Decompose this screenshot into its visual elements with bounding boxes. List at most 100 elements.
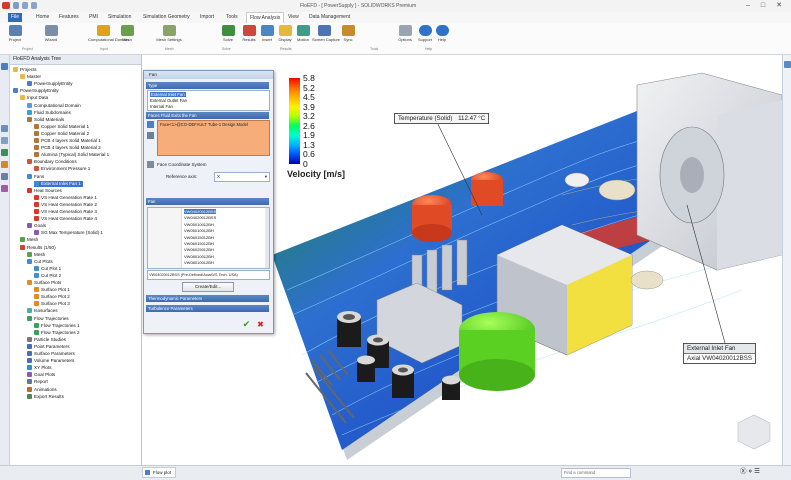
fan-model-item[interactable]: VW05010012BH xyxy=(184,222,214,227)
tab-features[interactable]: Features xyxy=(59,14,79,20)
view-controls[interactable]: Ⓧ ⋄ ☰ xyxy=(740,467,760,477)
tab-pmi[interactable]: PMI xyxy=(89,14,98,20)
tree-item[interactable]: Flow Trajectories 1 xyxy=(34,322,80,329)
tree-item[interactable]: Projects xyxy=(13,67,37,73)
tree-item[interactable]: Report xyxy=(27,379,48,385)
tree-item[interactable]: Animations xyxy=(27,386,57,393)
tree-item[interactable]: XY Plots xyxy=(27,365,52,371)
tree-item[interactable]: Copper Solid Material 1 xyxy=(34,123,89,130)
tree-item[interactable]: Cut Plot 1 xyxy=(34,265,61,272)
tree-item[interactable]: Surface Parameters xyxy=(27,351,75,357)
tree-item[interactable]: Cut Plot 2 xyxy=(34,272,61,279)
faces-list[interactable]: Face<1>@CO-DEFAULT Tube-1 Design Model xyxy=(157,120,270,156)
tree-item[interactable]: Environment Pressure 1 xyxy=(34,166,90,172)
computational-domain-button[interactable]: Computational Domain xyxy=(88,25,129,42)
fan-model-item[interactable]: VW08010012BH xyxy=(184,254,214,259)
tree-item[interactable]: Surface Plot 1 xyxy=(34,287,70,293)
app-logo-icon[interactable] xyxy=(2,2,10,9)
fan-model-item[interactable]: VW04020012BSS xyxy=(184,215,216,220)
save-icon[interactable] xyxy=(13,2,19,9)
tree-item[interactable]: Surface Plot 3 xyxy=(34,301,70,307)
tree-item[interactable]: Fluid Subdomains xyxy=(27,109,71,116)
fan-model-item[interactable]: VW06025012BH xyxy=(184,247,214,252)
tree-item[interactable]: SG Max Temperature (Solid) 1 xyxy=(34,230,103,236)
property-icon[interactable] xyxy=(1,125,8,132)
tree-item[interactable]: Flow Trajectories xyxy=(27,315,69,322)
tab-import[interactable]: Import xyxy=(200,14,214,20)
type-section-header[interactable]: Type xyxy=(146,82,269,89)
tree-item[interactable]: Particle Studies xyxy=(27,336,66,343)
fan-model-item[interactable]: VW08010012BH xyxy=(184,260,214,265)
tree-item[interactable]: Mesh xyxy=(20,237,38,243)
results-button[interactable]: Results xyxy=(240,25,258,42)
fan-section-header[interactable]: Fan xyxy=(146,198,269,205)
display-manager-icon[interactable] xyxy=(1,161,8,168)
tree-item[interactable]: PCB 4 layers Solid Material 1 xyxy=(34,138,101,144)
help-button[interactable]: Help xyxy=(434,25,450,42)
fan-list-scrollbar[interactable] xyxy=(265,208,269,268)
config-icon[interactable] xyxy=(1,137,8,144)
tab-data-management[interactable]: Data Management xyxy=(309,14,350,20)
display-button[interactable]: Display xyxy=(276,25,294,42)
faces-section-header[interactable]: Faces Fluid Exits the Fan xyxy=(146,112,269,119)
tree-item[interactable]: Results (1/50) xyxy=(20,244,56,251)
tree-item[interactable]: VS Heat Generation Rate 4 xyxy=(34,216,97,222)
create-edit-button[interactable]: Create/Edit... xyxy=(182,282,234,292)
tree-item[interactable]: Volume Parameters xyxy=(27,358,74,364)
filter-icon[interactable] xyxy=(147,132,154,139)
tree-item[interactable]: Solid Materials xyxy=(27,116,64,123)
tree-item[interactable]: Computational Domain xyxy=(27,102,81,109)
tree-item[interactable]: PowerSupplyEntity xyxy=(13,88,59,94)
support-button[interactable]: Support xyxy=(416,25,434,42)
tree-item[interactable]: Input Data xyxy=(20,95,48,101)
face-item[interactable]: Face<1>@CO-DEFAULT Tube-1 Design Model xyxy=(158,121,269,128)
tree-item[interactable]: Copper Solid Material 2 xyxy=(34,130,89,137)
tree-item[interactable]: Cut Plots xyxy=(27,258,53,265)
close-button[interactable]: ✕ xyxy=(773,1,785,10)
reference-axis-select[interactable]: X ▾ xyxy=(214,172,270,182)
minimize-button[interactable]: – xyxy=(742,1,754,10)
tree-item[interactable]: VS Heat Generation Rate 2 xyxy=(34,201,97,208)
project-button[interactable]: Project xyxy=(4,25,26,42)
tree-item[interactable]: Heat Sources xyxy=(27,187,62,194)
wizard-button[interactable]: Wizard xyxy=(40,25,62,42)
tree-item[interactable]: VS Heat Generation Rate 3 xyxy=(34,209,97,215)
tree-item[interactable]: Surface Plot 2 xyxy=(34,294,70,300)
tree-item[interactable]: PCB 4 layers Solid Material 2 xyxy=(34,145,101,151)
fan-model-item[interactable]: VW06015012BH xyxy=(184,241,214,246)
flow-plot-tab[interactable]: Flow plot xyxy=(142,467,177,478)
tree-item[interactable]: Surface Plots xyxy=(27,280,61,286)
command-search-input[interactable]: Find a command xyxy=(561,468,631,478)
tree-item[interactable]: Point Parameters xyxy=(27,343,70,350)
tree-item[interactable]: Flow Trajectories 2 xyxy=(34,329,80,336)
view-orientation-icon[interactable] xyxy=(784,61,791,68)
tab-simulation[interactable]: Simulation xyxy=(108,14,131,20)
tree-item[interactable]: Fans xyxy=(27,173,44,180)
sync-button[interactable]: Sync xyxy=(340,25,356,42)
fan-model-item[interactable]: VW05010012BH xyxy=(184,228,214,233)
view-cube[interactable] xyxy=(737,414,771,450)
mesh-button[interactable]: Mesh xyxy=(120,25,134,42)
mesh-view-icon[interactable] xyxy=(1,173,8,180)
tree-item[interactable]: External Inlet Fan 1 xyxy=(34,180,83,187)
thermodynamic-section-header[interactable]: Thermodynamic Parameters xyxy=(146,295,269,302)
fan-type-list[interactable]: External Inlet Fan External Outlet Fan I… xyxy=(147,90,270,111)
fan-type-option[interactable]: Internal Fan xyxy=(150,104,173,109)
tree-item[interactable]: Boundary Conditions xyxy=(27,159,77,165)
face-select-icon[interactable] xyxy=(147,121,154,128)
tab-flow-analysis[interactable]: Flow Analysis xyxy=(246,12,285,23)
motion-button[interactable]: Motion xyxy=(295,25,311,42)
tree-item[interactable]: VS Heat Generation Rate 1 xyxy=(34,194,97,201)
screen-capture-button[interactable]: Screen Capture xyxy=(312,25,340,42)
ok-button[interactable]: ✔ xyxy=(241,319,252,330)
appearance-icon[interactable] xyxy=(1,185,8,192)
tree-item[interactable]: Mesh xyxy=(27,251,45,258)
cancel-button[interactable]: ✖ xyxy=(255,319,266,330)
tab-simulation-geometry[interactable]: Simulation Geometry xyxy=(143,14,190,20)
redo-icon[interactable] xyxy=(31,2,37,9)
solve-button[interactable]: Solve xyxy=(220,25,236,42)
tree-item[interactable]: PowerSupplyEntity xyxy=(27,81,73,87)
tab-view[interactable]: View xyxy=(288,14,299,20)
fan-type-option[interactable]: External Outlet Fan xyxy=(150,98,187,103)
tab-tools[interactable]: Tools xyxy=(226,14,238,20)
